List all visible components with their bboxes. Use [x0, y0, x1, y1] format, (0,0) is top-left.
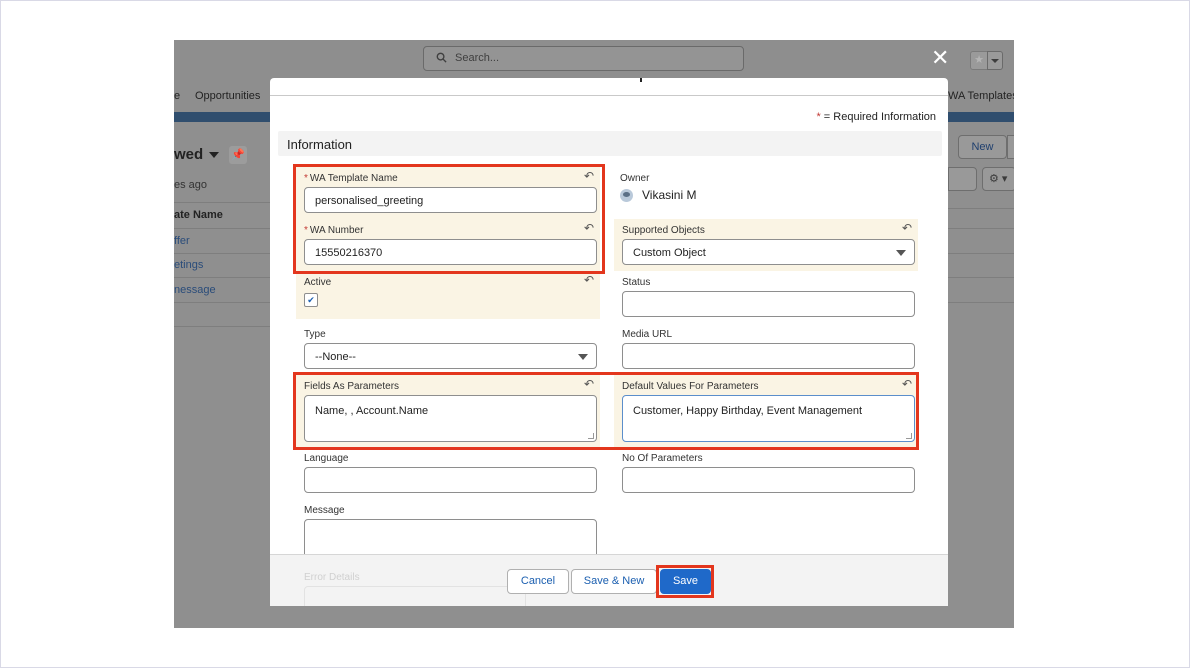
column-header-template-name[interactable]: ate Name — [174, 209, 223, 221]
favorites-dropdown-button[interactable] — [987, 51, 1003, 70]
new-wa-template-modal: * = Required Information Information * WA… — [270, 78, 948, 606]
modal-header — [270, 78, 948, 96]
no-of-parameters-label: No Of Parameters — [622, 453, 703, 464]
divider — [174, 253, 270, 254]
divider — [948, 302, 1014, 303]
language-input[interactable] — [304, 467, 597, 493]
error-details-input — [304, 586, 526, 606]
search-icon — [436, 52, 447, 63]
save-and-new-button[interactable]: Save & New — [571, 569, 657, 594]
owner-name[interactable]: Vikasini M — [642, 188, 696, 202]
message-field: Message — [296, 499, 600, 563]
status-field: Status — [614, 271, 918, 323]
active-checkbox[interactable]: ✔ — [304, 293, 318, 307]
divider — [948, 228, 1014, 229]
media-url-label: Media URL — [622, 329, 673, 340]
status-label: Status — [622, 277, 651, 288]
section-title: Information — [287, 137, 353, 152]
modal-title-fragment — [640, 78, 642, 82]
highlight-box-name-number — [293, 164, 605, 274]
nav-tab-previous[interactable]: e — [174, 90, 180, 102]
required-info-text: = Required Information — [823, 111, 936, 123]
favorite-star-icon[interactable]: ★ — [970, 51, 988, 70]
error-details-label: Error Details — [304, 572, 360, 583]
supported-objects-select[interactable]: Custom Object — [622, 239, 915, 265]
close-modal-icon[interactable]: ✕ — [931, 47, 949, 69]
gear-icon: ⚙ ▾ — [989, 173, 1008, 185]
divider — [948, 208, 1014, 209]
new-record-button[interactable]: New — [958, 135, 1007, 159]
global-search-input[interactable]: Search... — [423, 46, 744, 71]
list-view-title-text: wed — [174, 146, 204, 163]
search-placeholder: Search... — [455, 52, 500, 64]
divider — [948, 253, 1014, 254]
list-view-updated-text: es ago — [174, 179, 208, 191]
nav-tab-wa-templates[interactable]: WA Templates — [948, 90, 1014, 102]
no-of-parameters-input[interactable] — [622, 467, 915, 493]
required-information-legend: * = Required Information — [816, 111, 936, 123]
supported-objects-label: Supported Objects — [622, 225, 705, 236]
supported-objects-field: Supported Objects ↶ Custom Object — [614, 219, 918, 271]
list-row-link[interactable]: etings — [174, 259, 203, 271]
divider — [174, 202, 270, 203]
language-label: Language — [304, 453, 349, 464]
app-screenshot: Search... ✕ ★ e Opportunities WA Templat… — [174, 40, 1014, 628]
status-input[interactable] — [622, 291, 915, 317]
message-label: Message — [304, 505, 345, 516]
undo-icon[interactable]: ↶ — [584, 273, 594, 287]
section-header-information[interactable]: Information — [278, 131, 942, 156]
highlight-box-save — [656, 565, 714, 598]
global-header: Search... ✕ ★ — [174, 40, 1014, 78]
highlight-box-parameters — [293, 372, 919, 450]
divider — [174, 277, 270, 278]
active-field: Active ↶ ✔ — [296, 271, 600, 319]
user-avatar-icon — [620, 189, 633, 202]
divider — [174, 326, 270, 327]
checkmark-icon: ✔ — [307, 295, 315, 305]
chevron-down-icon — [209, 152, 220, 159]
language-field: Language — [296, 447, 600, 499]
required-marker: * — [816, 111, 821, 123]
divider — [174, 228, 270, 229]
pin-icon[interactable]: 📌 — [229, 146, 247, 164]
owner-value: Vikasini M — [620, 167, 820, 207]
active-label: Active — [304, 277, 332, 288]
modal-footer: Error Details Cancel Save & New Save — [270, 554, 948, 606]
list-search-input[interactable] — [948, 167, 977, 191]
media-url-field: Media URL — [614, 323, 918, 375]
list-row-link[interactable]: ffer — [174, 235, 190, 247]
list-view-title[interactable]: wed — [174, 146, 220, 163]
media-url-input[interactable] — [622, 343, 915, 369]
nav-tab-opportunities[interactable]: Opportunities — [195, 90, 260, 102]
no-of-parameters-field: No Of Parameters — [614, 447, 918, 499]
more-actions-button[interactable] — [1007, 135, 1014, 159]
cancel-button[interactable]: Cancel — [507, 569, 569, 594]
type-select[interactable]: --None-- — [304, 343, 597, 369]
type-field: Type --None-- — [296, 323, 600, 375]
divider — [174, 302, 270, 303]
list-row-link[interactable]: nessage — [174, 284, 216, 296]
owner-field: Owner Vikasini M — [614, 167, 918, 219]
type-label: Type — [304, 329, 326, 340]
undo-icon[interactable]: ↶ — [902, 221, 912, 235]
divider — [948, 277, 1014, 278]
list-settings-button[interactable]: ⚙ ▾ — [982, 167, 1014, 191]
